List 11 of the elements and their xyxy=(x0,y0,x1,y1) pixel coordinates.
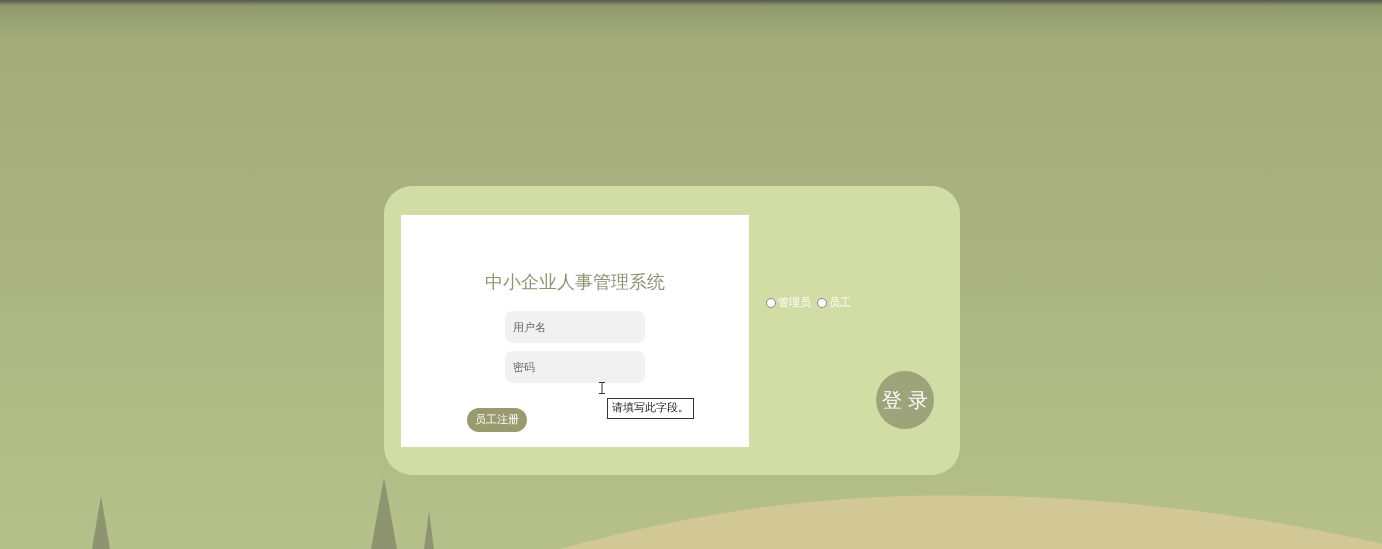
register-button[interactable]: 员工注册 xyxy=(467,408,527,432)
input-field[interactable]: 密码 xyxy=(505,351,645,383)
radio-label: 员工 xyxy=(829,295,851,311)
login-button[interactable]: 登 录 xyxy=(876,371,934,429)
validation-tooltip: 请填写此字段。 xyxy=(607,398,694,419)
radio-button[interactable] xyxy=(766,298,776,309)
system-title: 中小企业人事管理系统 xyxy=(485,270,665,294)
radio-button[interactable] xyxy=(817,298,827,309)
input-field[interactable]: 用户名 xyxy=(505,311,645,343)
text-cursor-icon xyxy=(599,382,605,394)
radio-label: 管理员 xyxy=(778,295,811,311)
